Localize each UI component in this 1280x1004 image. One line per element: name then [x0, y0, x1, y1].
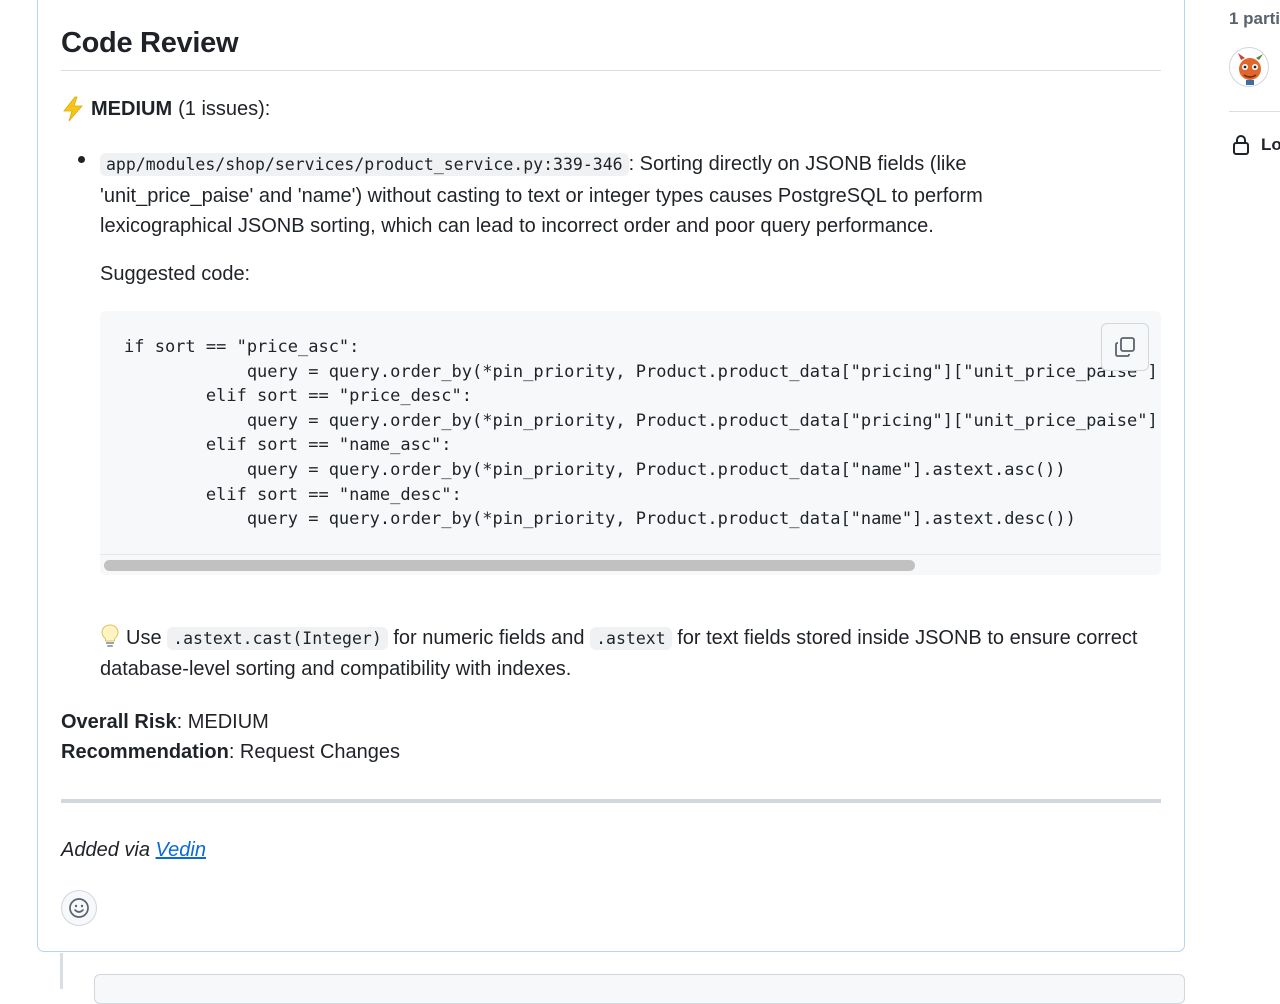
comment-card: Code Review MEDIUM (1 issues): app/modul…	[37, 0, 1185, 952]
suggested-code-label: Suggested code:	[100, 263, 251, 285]
code-scrollbar-thumb[interactable]	[104, 560, 915, 571]
recommendation-value: : Request Changes	[228, 741, 401, 763]
added-via: Added via Vedin	[61, 839, 206, 862]
copy-icon	[1115, 337, 1135, 357]
lock-label: Lo	[1261, 135, 1280, 154]
avatar-image	[1238, 53, 1263, 85]
lightbulb-icon	[101, 624, 119, 647]
tip-use: Use	[126, 627, 162, 649]
code-block[interactable]: if sort == "price_asc": query = query.or…	[100, 311, 1161, 575]
tip-middle: for numeric fields and	[393, 627, 585, 649]
vedin-link[interactable]: Vedin	[156, 839, 206, 861]
tip-code-astext: .astext	[590, 627, 672, 650]
overall-risk-value: : MEDIUM	[176, 711, 269, 733]
avatar[interactable]	[1229, 47, 1269, 87]
smiley-icon	[69, 898, 89, 918]
next-timeline-item	[94, 974, 1185, 1004]
added-via-prefix: Added via	[61, 839, 150, 861]
list-bullet	[78, 156, 85, 163]
severity-heading: MEDIUM (1 issues):	[61, 96, 270, 122]
timeline-connector	[60, 953, 63, 989]
overall-risk: Overall Risk: MEDIUM	[61, 707, 400, 737]
overall-risk-label: Overall Risk	[61, 711, 177, 733]
recommendation-label: Recommendation	[61, 741, 229, 763]
tip-code-cast: .astext.cast(Integer)	[167, 627, 388, 650]
code-content: if sort == "price_asc": query = query.or…	[124, 337, 1161, 530]
comment-title: Code Review	[61, 27, 239, 59]
code-scrollbar[interactable]	[100, 554, 1161, 575]
participants-label: 1 parti	[1229, 9, 1280, 28]
summary: Overall Risk: MEDIUM Recommendation: Req…	[61, 707, 400, 767]
severity-level: MEDIUM	[91, 97, 173, 120]
title-divider	[61, 70, 1161, 71]
issue-item: app/modules/shop/services/product_servic…	[100, 149, 1100, 242]
tip-paragraph: Use .astext.cast(Integer) for numeric fi…	[100, 623, 1140, 685]
copy-button[interactable]	[1101, 323, 1149, 371]
lock-conversation-button[interactable]: Lo	[1231, 134, 1280, 156]
section-divider	[61, 799, 1161, 803]
bolt-icon	[63, 96, 83, 122]
severity-count: (1 issues):	[178, 97, 271, 120]
lock-icon	[1233, 135, 1249, 155]
recommendation: Recommendation: Request Changes	[61, 737, 400, 767]
add-reaction-button[interactable]	[61, 890, 97, 926]
file-reference: app/modules/shop/services/product_servic…	[100, 153, 629, 176]
sidebar-divider	[1229, 111, 1280, 112]
